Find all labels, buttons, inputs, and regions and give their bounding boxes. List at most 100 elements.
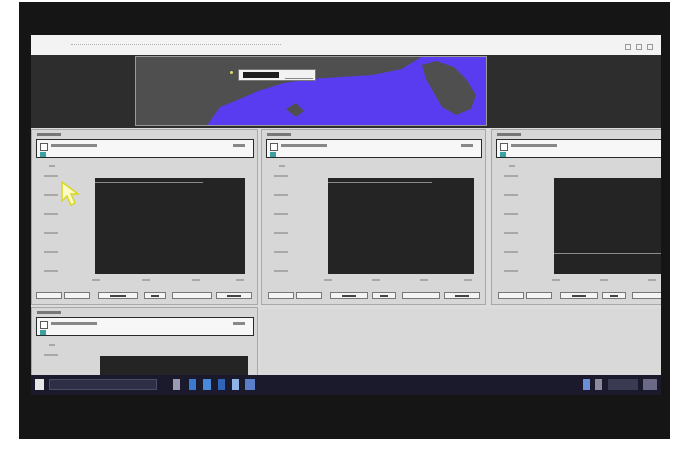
x-tick-label xyxy=(324,279,332,281)
panel-device-name xyxy=(511,144,557,147)
panel-checkbox[interactable] xyxy=(500,143,508,151)
signal-trace xyxy=(95,182,203,183)
panel-meta xyxy=(461,144,473,147)
y-tick-label xyxy=(274,213,288,215)
panel-meta xyxy=(233,144,245,147)
maximize-icon[interactable] xyxy=(636,44,642,50)
y-tick-label xyxy=(504,232,518,234)
panel-checkbox[interactable] xyxy=(270,143,278,151)
panel-button-4[interactable] xyxy=(602,292,626,299)
panel-button-6[interactable] xyxy=(216,292,252,299)
network-icon[interactable] xyxy=(583,379,590,390)
panel-checkbox[interactable] xyxy=(40,321,48,329)
y-tick-label xyxy=(504,175,518,177)
x-tick-label xyxy=(192,279,200,281)
app-icon[interactable] xyxy=(245,379,255,390)
x-tick-label xyxy=(92,279,100,281)
mouse-pointer-icon xyxy=(61,181,81,207)
y-tick-label xyxy=(44,251,58,253)
panel-device-name xyxy=(51,322,97,325)
monitor-panel-2 xyxy=(261,129,486,305)
status-indicator-icon xyxy=(40,152,46,157)
window-title xyxy=(71,44,281,48)
panel-header xyxy=(266,139,482,158)
monitor-bezel xyxy=(19,2,670,439)
x-tick-label xyxy=(142,279,150,281)
location-marker-icon[interactable] xyxy=(230,71,233,74)
panel-button-1[interactable] xyxy=(36,292,62,299)
y-tick-label xyxy=(274,251,288,253)
panel-button-3[interactable] xyxy=(330,292,368,299)
notification-icon[interactable] xyxy=(643,379,657,390)
monitor-panel-4 xyxy=(31,307,258,377)
y-tick-label xyxy=(44,270,58,272)
status-indicator-icon xyxy=(500,152,506,157)
y-tick-label xyxy=(504,194,518,196)
x-tick-label xyxy=(372,279,380,281)
signal-trace xyxy=(554,253,661,254)
y-tick-label xyxy=(44,175,58,177)
empty-panel-area xyxy=(260,309,661,375)
panel-button-1[interactable] xyxy=(498,292,524,299)
y-tick-label xyxy=(44,354,58,356)
panel-device-name xyxy=(51,144,97,147)
panel-button-3[interactable] xyxy=(560,292,598,299)
signal-plot[interactable] xyxy=(95,178,245,274)
panel-button-1[interactable] xyxy=(268,292,294,299)
panel-header xyxy=(496,139,661,158)
y-axis-label xyxy=(49,165,55,167)
y-axis-label xyxy=(509,165,515,167)
task-view-icon[interactable] xyxy=(173,379,180,390)
panel-header xyxy=(36,139,254,158)
signal-plot[interactable] xyxy=(554,178,661,274)
panel-button-4[interactable] xyxy=(144,292,166,299)
photo-frame xyxy=(0,0,681,449)
y-tick-label xyxy=(274,175,288,177)
signal-plot[interactable] xyxy=(328,178,474,274)
panel-title xyxy=(37,311,61,314)
file-explorer-icon[interactable] xyxy=(189,379,196,390)
y-axis-label xyxy=(49,344,55,346)
y-tick-label xyxy=(44,232,58,234)
panel-button-5[interactable] xyxy=(632,292,661,299)
start-icon[interactable] xyxy=(35,379,44,390)
browser-icon[interactable] xyxy=(203,379,211,390)
map-popup xyxy=(238,69,316,81)
store-icon[interactable] xyxy=(232,379,239,390)
volume-icon[interactable] xyxy=(595,379,602,390)
x-tick-label xyxy=(236,279,244,281)
panel-checkbox[interactable] xyxy=(40,143,48,151)
status-indicator-icon xyxy=(270,152,276,157)
minimize-icon[interactable] xyxy=(625,44,631,50)
x-tick-label xyxy=(464,279,472,281)
signal-plot[interactable] xyxy=(100,356,248,376)
panel-button-5[interactable] xyxy=(172,292,212,299)
taskbar xyxy=(31,375,661,395)
mail-icon[interactable] xyxy=(218,379,225,390)
panel-button-3[interactable] xyxy=(98,292,138,299)
signal-trace xyxy=(328,182,432,183)
panel-button-6[interactable] xyxy=(444,292,480,299)
map-band xyxy=(31,55,661,128)
search-icon[interactable] xyxy=(49,379,157,390)
x-tick-label xyxy=(600,279,608,281)
y-tick-label xyxy=(274,270,288,272)
clock-icon[interactable] xyxy=(608,379,638,390)
panel-title xyxy=(37,133,61,136)
x-tick-label xyxy=(648,279,656,281)
y-tick-label xyxy=(274,232,288,234)
panel-button-2[interactable] xyxy=(526,292,552,299)
y-tick-label xyxy=(44,213,58,215)
panel-button-4[interactable] xyxy=(372,292,396,299)
y-tick-label xyxy=(274,194,288,196)
panel-device-name xyxy=(281,144,327,147)
map-water-area xyxy=(207,57,486,125)
map-view[interactable] xyxy=(135,56,487,126)
panel-button-2[interactable] xyxy=(296,292,322,299)
panel-title xyxy=(497,133,521,136)
y-tick-label xyxy=(504,270,518,272)
y-axis-label xyxy=(279,165,285,167)
panel-button-2[interactable] xyxy=(64,292,90,299)
panel-button-5[interactable] xyxy=(402,292,440,299)
close-icon[interactable] xyxy=(647,44,653,50)
